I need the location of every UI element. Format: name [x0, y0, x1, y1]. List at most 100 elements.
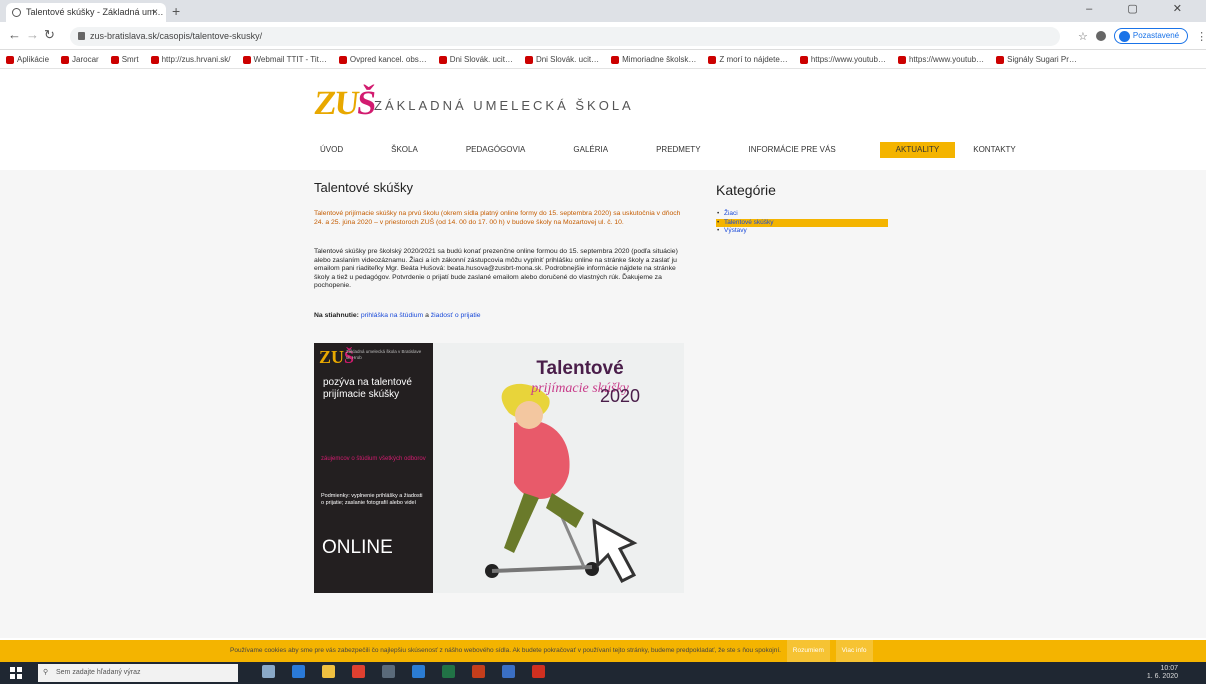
bookmark-label: http://zus.hrvani.sk/ [161, 55, 231, 64]
bookmark-label: https://www.youtub… [908, 55, 985, 64]
bookmark-item[interactable]: Webmail TTIT - Tit… [242, 55, 327, 64]
category-item[interactable]: Žiaci [716, 210, 888, 219]
site-logo[interactable]: ZUŠ [312, 85, 376, 122]
bookmark-label: Aplikácie [17, 55, 50, 64]
categories-list: ŽiaciTalentové skúškyVýstavy [716, 210, 888, 236]
request-link[interactable]: žiadosť o prijatie [431, 312, 481, 319]
application-link[interactable]: prihláška na štúdium [361, 312, 423, 319]
extensions-area: ☆ Pozastavené ⋮ [1078, 28, 1206, 44]
download-and: a [425, 312, 429, 319]
forward-icon[interactable]: → [26, 28, 39, 42]
nav-item[interactable]: ÚVOD [316, 142, 347, 158]
bookmark-item[interactable]: Ovpred kancel. obs… [338, 55, 427, 64]
bookmark-label: Jarocar [72, 55, 99, 64]
windows-start-icon[interactable] [10, 667, 22, 679]
bookmark-label: Dni Slovák. ucit… [449, 55, 513, 64]
poster-year: 2020 [600, 386, 641, 406]
bookmark-item[interactable]: Aplikácie [6, 55, 49, 64]
clock-date: 1. 6. 2020 [1146, 673, 1178, 680]
categories-title: Kategórie [716, 182, 776, 198]
poster-title: Talentové [536, 358, 624, 379]
bookmark-icon [6, 55, 14, 64]
bookmark-icon [338, 55, 347, 64]
back-icon[interactable]: ← [8, 28, 21, 42]
system-tray[interactable]: 10:07 1. 6. 2020 [1147, 665, 1178, 681]
category-item[interactable]: Talentové skúšky [716, 218, 888, 227]
avatar [1118, 30, 1130, 42]
bookmark-label: Smrt [121, 55, 139, 64]
bookmark-item[interactable]: https://www.youtub… [799, 55, 886, 64]
category-item[interactable]: Výstavy [716, 227, 888, 236]
lock-icon [78, 32, 85, 40]
word-icon[interactable] [412, 665, 425, 678]
bookmark-label: Z morí to nájdete… [719, 55, 788, 64]
menu-icon[interactable]: ⋮ [1196, 30, 1206, 43]
nav-item[interactable]: PREDMETY [652, 142, 704, 158]
bookmark-item[interactable]: Dni Slovák. ucit… [524, 55, 600, 64]
bookmark-label: Ovpred kancel. obs… [349, 55, 427, 64]
edge-icon[interactable] [292, 665, 305, 678]
app-icon[interactable] [382, 665, 395, 678]
bookmark-label: Dni Slovák. ucit… [535, 55, 600, 64]
tab-close-icon[interactable]: × [152, 3, 158, 22]
cookie-text: Používame cookies aby sme pre vás zabezp… [230, 647, 781, 654]
article-body: Talentové skúšky pre školský 2020/2021 s… [314, 248, 678, 290]
search-icon: ⚲ [43, 669, 49, 676]
taskbar-search[interactable]: ⚲ Sem zadajte hľadaný výraz [38, 664, 238, 682]
extension-icon[interactable] [1095, 31, 1106, 41]
bookmark-icon [708, 55, 717, 64]
nav-item[interactable]: ŠKOLA [387, 142, 422, 158]
bookmark-icon [996, 55, 1005, 64]
bookmark-icon [524, 55, 533, 64]
school-name: ZÁKLADNÁ UMELECKÁ ŠKOLA [374, 98, 634, 113]
cookie-ok-button[interactable]: Rozumiem [786, 640, 830, 662]
bookmark-icon [611, 55, 620, 64]
nav-item[interactable]: PEDAGÓGOVIA [462, 142, 530, 158]
article-intro: Talentové prijímacie skúšky na prvú škol… [314, 210, 681, 226]
nav-item[interactable]: INFORMÁCIE PRE VÁS [745, 142, 840, 158]
window-controls[interactable]: – ▢ ✕ [1086, 2, 1198, 15]
page-title: Talentové skúšky [314, 180, 413, 195]
explorer-icon[interactable] [322, 665, 335, 678]
pdf-icon[interactable] [532, 665, 545, 678]
cookie-more-button[interactable]: Viac info [835, 640, 873, 662]
reload-icon[interactable]: ↻ [44, 28, 55, 42]
star-icon[interactable]: ☆ [1078, 30, 1088, 43]
nav-item[interactable]: GALÉRIA [569, 142, 612, 158]
search-placeholder: Sem zadajte hľadaný výraz [56, 669, 141, 676]
bookmarks-bar: Aplikácie Jarocar Smrt http://zus.hrvani.sk… [0, 51, 1206, 69]
poster-conditions: Podmienky: vyplnenie prihlášky a žiadost… [321, 493, 423, 506]
bookmark-item[interactable]: Mimoriadne školsk… [611, 55, 696, 64]
cookie-bar: Používame cookies aby sme pre vás zabezp… [0, 640, 1206, 662]
excel-icon[interactable] [442, 665, 455, 678]
url-text: zus-bratislava.sk/casopis/talentove-skus… [90, 31, 263, 41]
bookmark-icon [150, 55, 159, 64]
nav-item[interactable]: KONTAKTY [969, 142, 1020, 158]
task-view-icon[interactable] [262, 665, 275, 678]
globe-icon [12, 8, 21, 17]
bookmark-item[interactable]: https://www.youtub… [897, 55, 985, 64]
bookmark-item[interactable]: Signály Sugari Pr… [996, 55, 1077, 64]
powerpoint-icon[interactable] [472, 665, 485, 678]
bookmark-item[interactable]: http://zus.hrvani.sk/ [150, 55, 231, 64]
bookmark-item[interactable]: Smrt [110, 55, 139, 64]
file-icon[interactable] [502, 665, 515, 678]
clock-time: 10:07 [1160, 665, 1178, 672]
download-label: Na stiahnutie: [314, 312, 359, 319]
bookmark-icon [61, 55, 70, 64]
bookmark-item[interactable]: Jarocar [61, 55, 99, 64]
download-line: Na stiahnutie: prihláška na štúdium a ži… [314, 312, 690, 321]
browser-tab[interactable]: Talentové skúšky - Základná um… × [6, 3, 166, 22]
nav-item[interactable]: AKTUALITY [879, 142, 956, 158]
bookmark-item[interactable]: Z morí to nájdete… [708, 55, 788, 64]
bookmark-icon [799, 55, 808, 64]
bookmark-item[interactable]: Dni Slovák. ucit… [438, 55, 513, 64]
poster-invite: pozýva na talentové prijímacie skúšky [323, 377, 412, 400]
poster-school: Základná umelecká škola v Bratislave ul.… [346, 349, 422, 360]
bookmark-label: Signály Sugari Pr… [1007, 55, 1077, 64]
profile-button[interactable]: Pozastavené [1113, 28, 1189, 44]
new-tab-button[interactable]: + [172, 3, 180, 19]
poster-subtitle: prijímacie skúšky [531, 381, 629, 396]
chrome-icon[interactable] [352, 665, 365, 678]
address-bar[interactable]: zus-bratislava.sk/casopis/talentove-skus… [70, 27, 1060, 46]
